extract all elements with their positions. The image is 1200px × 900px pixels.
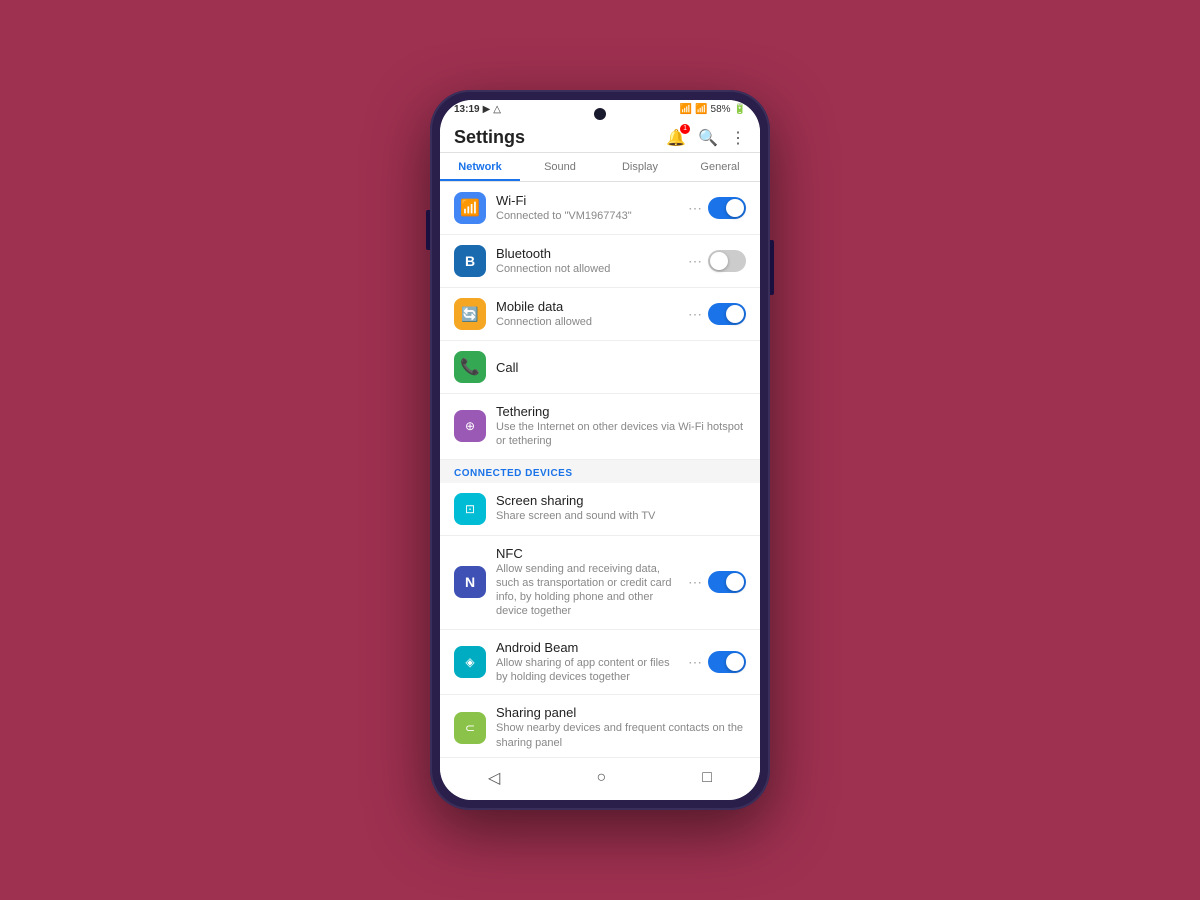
bluetooth-content: Bluetooth Connection not allowed	[496, 246, 678, 276]
android-beam-subtitle: Allow sharing of app content or files by…	[496, 656, 678, 685]
nfc-toggle[interactable]	[708, 571, 746, 593]
bottom-navigation: ◁ ○ □	[440, 757, 760, 800]
connected-devices-section-header: CONNECTED DEVICES	[440, 460, 760, 483]
app-title: Settings	[454, 127, 525, 148]
tethering-title: Tethering	[496, 404, 746, 419]
wifi-toggle[interactable]	[708, 197, 746, 219]
wifi-content: Wi-Fi Connected to "VM1967743"	[496, 193, 678, 223]
tab-display[interactable]: Display	[600, 153, 680, 181]
search-button[interactable]: 🔍	[698, 128, 718, 148]
mobile-data-toggle-knob	[726, 305, 744, 323]
recents-button[interactable]: □	[702, 769, 712, 787]
phone-device: 13:19 ▶ △ 📶 📶 58% 🔋 Settings 🔔 1 🔍 ⋮	[430, 90, 770, 810]
nfc-content: NFC Allow sending and receiving data, su…	[496, 546, 678, 619]
mobile-data-more-button[interactable]: ⋯	[688, 306, 702, 323]
wifi-more-button[interactable]: ⋯	[688, 200, 702, 217]
android-beam-setting[interactable]: ◈ Android Beam Allow sharing of app cont…	[440, 630, 760, 696]
nfc-more-button[interactable]: ⋯	[688, 574, 702, 591]
bluetooth-toggle-knob	[710, 252, 728, 270]
notification-badge: 1	[680, 124, 690, 134]
wifi-subtitle: Connected to "VM1967743"	[496, 209, 678, 223]
mobile-data-actions: ⋯	[688, 303, 746, 325]
bluetooth-icon: B	[454, 245, 486, 277]
call-content: Call	[496, 360, 746, 375]
bluetooth-title: Bluetooth	[496, 246, 678, 261]
notification-button[interactable]: 🔔 1	[666, 128, 686, 148]
nfc-icon: N	[454, 566, 486, 598]
status-right: 📶 📶 58% 🔋	[680, 104, 746, 115]
home-button[interactable]: ○	[596, 769, 606, 787]
sharing-panel-icon: ⊂	[454, 712, 486, 744]
tethering-setting[interactable]: ⊕ Tethering Use the Internet on other de…	[440, 394, 760, 460]
volume-button[interactable]	[426, 210, 430, 250]
nfc-toggle-knob	[726, 573, 744, 591]
battery-percent: 58%	[711, 104, 731, 115]
wifi-setting[interactable]: 📶 Wi-Fi Connected to "VM1967743" ⋯	[440, 182, 760, 235]
status-play-icon: ▶	[483, 104, 491, 115]
header-icons: 🔔 1 🔍 ⋮	[666, 128, 746, 148]
nfc-subtitle: Allow sending and receiving data, such a…	[496, 562, 678, 619]
bluetooth-toggle[interactable]	[708, 250, 746, 272]
tab-general[interactable]: General	[680, 153, 760, 181]
status-left: 13:19 ▶ △	[454, 104, 501, 115]
tab-network[interactable]: Network	[440, 153, 520, 181]
bluetooth-more-button[interactable]: ⋯	[688, 253, 702, 270]
more-options-button[interactable]: ⋮	[730, 128, 746, 148]
battery-icon: 🔋	[734, 104, 746, 115]
phone-notch	[594, 108, 606, 120]
screen-sharing-title: Screen sharing	[496, 493, 746, 508]
mobile-data-toggle[interactable]	[708, 303, 746, 325]
mobile-data-title: Mobile data	[496, 299, 678, 314]
mobile-data-icon: 🔄	[454, 298, 486, 330]
nfc-setting[interactable]: N NFC Allow sending and receiving data, …	[440, 536, 760, 630]
android-beam-actions: ⋯	[688, 651, 746, 673]
call-icon: 📞	[454, 351, 486, 383]
phone-screen: 13:19 ▶ △ 📶 📶 58% 🔋 Settings 🔔 1 🔍 ⋮	[440, 100, 760, 800]
call-setting[interactable]: 📞 Call	[440, 341, 760, 394]
status-time: 13:19	[454, 104, 480, 115]
screen-sharing-content: Screen sharing Share screen and sound wi…	[496, 493, 746, 523]
wifi-actions: ⋯	[688, 197, 746, 219]
bluetooth-subtitle: Connection not allowed	[496, 262, 678, 276]
tab-sound[interactable]: Sound	[520, 153, 600, 181]
nfc-actions: ⋯	[688, 571, 746, 593]
sharing-panel-setting[interactable]: ⊂ Sharing panel Show nearby devices and …	[440, 695, 760, 757]
wifi-title: Wi-Fi	[496, 193, 678, 208]
android-beam-title: Android Beam	[496, 640, 678, 655]
tethering-subtitle: Use the Internet on other devices via Wi…	[496, 420, 746, 449]
mobile-data-subtitle: Connection allowed	[496, 315, 678, 329]
tabs-bar: Network Sound Display General	[440, 153, 760, 182]
power-button[interactable]	[770, 240, 774, 295]
app-header: Settings 🔔 1 🔍 ⋮	[440, 119, 760, 153]
bluetooth-setting[interactable]: B Bluetooth Connection not allowed ⋯	[440, 235, 760, 288]
nfc-title: NFC	[496, 546, 678, 561]
call-title: Call	[496, 360, 746, 375]
signal-status-icon: 📶	[695, 104, 707, 115]
mobile-data-content: Mobile data Connection allowed	[496, 299, 678, 329]
screen-sharing-subtitle: Share screen and sound with TV	[496, 509, 746, 523]
bluetooth-actions: ⋯	[688, 250, 746, 272]
android-beam-icon: ◈	[454, 646, 486, 678]
wifi-toggle-knob	[726, 199, 744, 217]
tethering-content: Tethering Use the Internet on other devi…	[496, 404, 746, 449]
back-button[interactable]: ◁	[488, 768, 500, 788]
sharing-panel-title: Sharing panel	[496, 705, 746, 720]
screen-sharing-icon: ⊡	[454, 493, 486, 525]
sharing-panel-subtitle: Show nearby devices and frequent contact…	[496, 721, 746, 750]
status-triangle-icon: △	[493, 104, 501, 115]
mobile-data-setting[interactable]: 🔄 Mobile data Connection allowed ⋯	[440, 288, 760, 341]
tethering-icon: ⊕	[454, 410, 486, 442]
android-beam-toggle[interactable]	[708, 651, 746, 673]
android-beam-toggle-knob	[726, 653, 744, 671]
android-beam-more-button[interactable]: ⋯	[688, 654, 702, 671]
screen-sharing-setting[interactable]: ⊡ Screen sharing Share screen and sound …	[440, 483, 760, 536]
android-beam-content: Android Beam Allow sharing of app conten…	[496, 640, 678, 685]
sharing-panel-content: Sharing panel Show nearby devices and fr…	[496, 705, 746, 750]
settings-list: 📶 Wi-Fi Connected to "VM1967743" ⋯ B Blu…	[440, 182, 760, 757]
wifi-status-icon: 📶	[680, 104, 692, 115]
wifi-icon: 📶	[454, 192, 486, 224]
